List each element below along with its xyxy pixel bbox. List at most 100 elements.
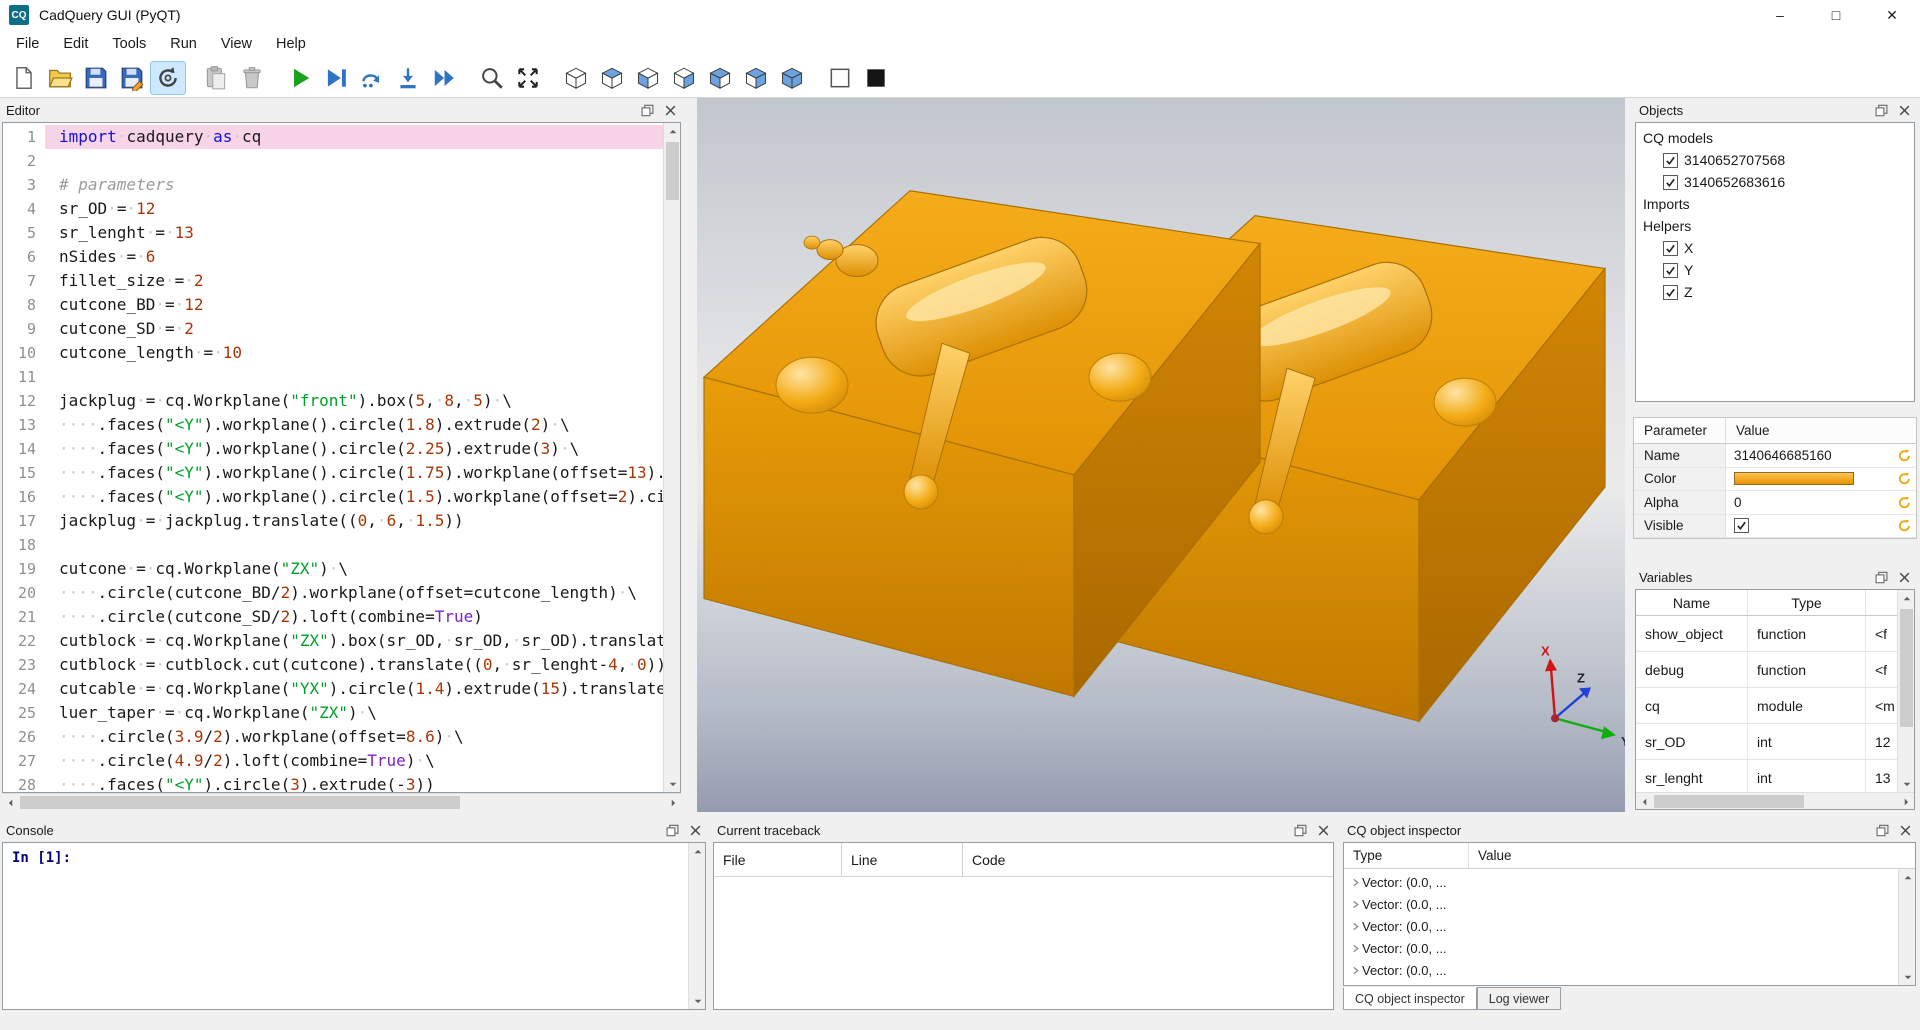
checkbox[interactable] xyxy=(1663,263,1678,278)
code-line[interactable]: 10cutcone_length·=·10 xyxy=(3,341,663,365)
toolbar-save-button[interactable] xyxy=(78,61,114,95)
visible-checkbox[interactable] xyxy=(1734,518,1749,533)
maximize-button[interactable]: □ xyxy=(1808,0,1864,30)
float-panel-icon[interactable] xyxy=(666,824,679,837)
toolbar-view-left-button[interactable] xyxy=(702,61,738,95)
code-line[interactable]: 20····.circle(cutcone_BD/2).workplane(of… xyxy=(3,581,663,605)
code-line[interactable]: 15····.faces("<Y").workplane().circle(1.… xyxy=(3,461,663,485)
float-panel-icon[interactable] xyxy=(1875,571,1888,584)
code-line[interactable]: 1import·cadquery·as·cq xyxy=(3,125,663,149)
checkbox[interactable] xyxy=(1663,241,1678,256)
objects-tree-item[interactable]: 3140652683616 xyxy=(1636,171,1914,193)
editor-horizontal-scrollbar[interactable] xyxy=(2,793,681,810)
variable-row[interactable]: cqmodule<m xyxy=(1636,688,1897,724)
float-panel-icon[interactable] xyxy=(1294,824,1307,837)
cad-model-canvas[interactable]: X Z Y xyxy=(697,98,1625,812)
checkbox[interactable] xyxy=(1663,175,1678,190)
toolbar-step-into-button[interactable] xyxy=(390,61,426,95)
code-line[interactable]: 7fillet_size·=·2 xyxy=(3,269,663,293)
traceback-header-code[interactable]: Code xyxy=(963,843,1333,876)
scroll-up-arrow[interactable] xyxy=(689,843,706,860)
code-line[interactable]: 22cutblock·=·cq.Workplane("ZX").box(sr_O… xyxy=(3,629,663,653)
menu-edit[interactable]: Edit xyxy=(51,30,100,58)
toolbar-view-back-button[interactable] xyxy=(738,61,774,95)
variables-horizontal-scrollbar[interactable] xyxy=(1636,792,1914,809)
code-line[interactable]: 25luer_taper·=·cq.Workplane("ZX")·\ xyxy=(3,701,663,725)
objects-tree-item[interactable]: Y xyxy=(1636,259,1914,281)
toolbar-auto-reload-button[interactable] xyxy=(150,61,186,95)
traceback-header-file[interactable]: File xyxy=(714,843,842,876)
scrollbar-thumb[interactable] xyxy=(20,796,460,809)
editor-vertical-scrollbar[interactable] xyxy=(663,123,680,792)
code-line[interactable]: 4sr_OD·=·12 xyxy=(3,197,663,221)
console-prompt[interactable]: In [1]: xyxy=(3,843,688,1009)
minimize-button[interactable]: – xyxy=(1752,0,1808,30)
variable-row[interactable]: debugfunction<f xyxy=(1636,652,1897,688)
scroll-left-arrow[interactable] xyxy=(1636,793,1653,810)
code-line[interactable]: 3# parameters xyxy=(3,173,663,197)
code-line[interactable]: 23cutblock·=·cutblock.cut(cutcone).trans… xyxy=(3,653,663,677)
scroll-up-arrow[interactable] xyxy=(1899,869,1915,886)
toolbar-debug-button[interactable] xyxy=(318,61,354,95)
scroll-down-arrow[interactable] xyxy=(1899,968,1915,985)
code-line[interactable]: 27····.circle(4.9/2).loft(combine=True)·… xyxy=(3,749,663,773)
objects-tree[interactable]: CQ models31406527075683140652683616Impor… xyxy=(1635,122,1915,402)
menu-file[interactable]: File xyxy=(4,30,51,58)
code-line[interactable]: 19cutcone·=·cq.Workplane("ZX")·\ xyxy=(3,557,663,581)
code-line[interactable]: 24cutcable·=·cq.Workplane("YX").circle(1… xyxy=(3,677,663,701)
menu-tools[interactable]: Tools xyxy=(100,30,158,58)
chevron-right-icon[interactable] xyxy=(1344,922,1362,931)
code-line[interactable]: 14····.faces("<Y").workplane().circle(2.… xyxy=(3,437,663,461)
property-value[interactable]: 3140646685160 xyxy=(1726,448,1892,463)
inspector-row[interactable]: Vector: (0.0, ... xyxy=(1344,937,1898,959)
inspector-header-value[interactable]: Value xyxy=(1469,843,1915,868)
close-panel-icon[interactable] xyxy=(1898,104,1911,117)
code-line[interactable]: 21····.circle(cutcone_SD/2).loft(combine… xyxy=(3,605,663,629)
properties-header-parameter[interactable]: Parameter xyxy=(1634,418,1726,443)
close-panel-icon[interactable] xyxy=(664,104,677,117)
toolbar-step-over-button[interactable] xyxy=(354,61,390,95)
float-panel-icon[interactable] xyxy=(641,104,654,117)
toolbar-open-file-button[interactable] xyxy=(42,61,78,95)
scrollbar-thumb[interactable] xyxy=(666,142,679,200)
code-line[interactable]: 8cutcone_BD·=·12 xyxy=(3,293,663,317)
toolbar-view-bottom-button[interactable] xyxy=(774,61,810,95)
variable-row[interactable]: sr_lenghtint13 xyxy=(1636,760,1897,792)
properties-header-value[interactable]: Value xyxy=(1726,418,1916,443)
toolbar-save-as-button[interactable] xyxy=(114,61,150,95)
toolbar-render-button[interactable] xyxy=(282,61,318,95)
objects-tree-item[interactable]: X xyxy=(1636,237,1914,259)
objects-tree-item[interactable]: Imports xyxy=(1636,193,1914,215)
toolbar-view-iso-button[interactable] xyxy=(558,61,594,95)
variables-header-value[interactable] xyxy=(1866,590,1897,615)
inspector-row[interactable]: Vector: (0.0, ... xyxy=(1344,959,1898,981)
toolbar-zoom-to-fit-button[interactable] xyxy=(474,61,510,95)
objects-tree-item[interactable]: Helpers xyxy=(1636,215,1914,237)
close-panel-icon[interactable] xyxy=(1898,571,1911,584)
code-line[interactable]: 2 xyxy=(3,149,663,173)
scrollbar-thumb[interactable] xyxy=(1654,795,1804,808)
objects-tree-item[interactable]: Z xyxy=(1636,281,1914,303)
reset-property-icon[interactable] xyxy=(1892,449,1916,462)
property-value[interactable] xyxy=(1726,472,1892,485)
traceback-header-line[interactable]: Line xyxy=(842,843,963,876)
code-line[interactable]: 18 xyxy=(3,533,663,557)
chevron-right-icon[interactable] xyxy=(1344,900,1362,909)
inspector-row[interactable]: Vector: (0.0, ... xyxy=(1344,915,1898,937)
code-editor[interactable]: 1import·cadquery·as·cq23# parameters4sr_… xyxy=(3,123,663,792)
variable-row[interactable]: show_objectfunction<f xyxy=(1636,616,1897,652)
float-panel-icon[interactable] xyxy=(1875,104,1888,117)
console-vertical-scrollbar[interactable] xyxy=(688,843,705,1009)
variable-row[interactable]: sr_ODint12 xyxy=(1636,724,1897,760)
cad-model[interactable] xyxy=(704,191,1605,722)
close-button[interactable]: ✕ xyxy=(1864,0,1920,30)
menu-help[interactable]: Help xyxy=(264,30,318,58)
inspector-vertical-scrollbar[interactable] xyxy=(1898,869,1915,985)
toolbar-new-file-button[interactable] xyxy=(6,61,42,95)
float-panel-icon[interactable] xyxy=(1876,824,1889,837)
code-line[interactable]: 16····.faces("<Y").workplane().circle(1.… xyxy=(3,485,663,509)
toolbar-paste-button[interactable] xyxy=(198,61,234,95)
scroll-down-arrow[interactable] xyxy=(689,992,706,1009)
inspector-row[interactable]: Vector: (0.0, ... xyxy=(1344,871,1898,893)
checkbox[interactable] xyxy=(1663,285,1678,300)
